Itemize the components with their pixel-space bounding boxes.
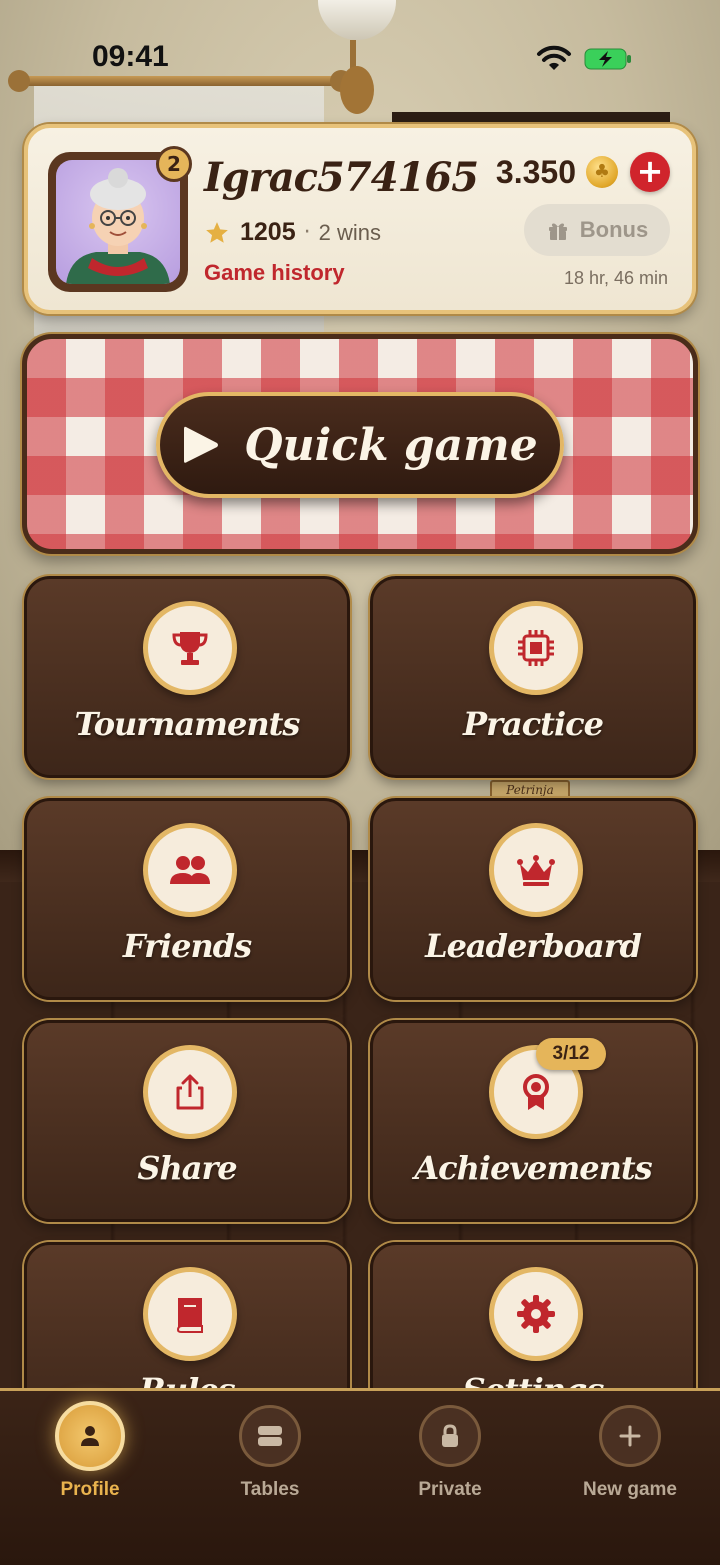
bottom-nav: Profile Tables Private New game [0,1388,720,1565]
friends-label: Friends [122,927,252,965]
tournaments-tile[interactable]: Tournaments [24,576,350,778]
ribbon-icon [523,1074,549,1110]
nav-label-profile: Profile [60,1479,120,1500]
tournaments-label: Tournaments [74,705,301,743]
bonus-timer: 18 hr, 46 min [563,268,668,288]
rating-separator: · [303,220,311,245]
avatar-image [56,160,180,284]
quick-game-label: Quick game [244,419,538,471]
friends-icon [170,856,210,884]
bonus-label: Bonus [579,217,649,242]
tile-icon-circle [489,601,583,695]
game-history-link[interactable]: Game history [204,260,345,286]
practice-tile[interactable]: Practice [370,576,696,778]
town-sign: Petrinja [490,780,570,800]
friends-tile[interactable]: Friends [24,798,350,1000]
grandma-avatar-icon [66,168,170,284]
nav-item-private[interactable]: Private [360,1405,540,1501]
play-icon [184,426,219,463]
add-coins-button[interactable]: + [630,152,670,192]
nav-icon-circle [419,1405,481,1467]
leaderboard-label: Leaderboard [425,927,642,965]
achievements-count-badge: 3/12 [536,1038,606,1070]
bonus-button[interactable]: Bonus [524,204,670,256]
status-time: 09:41 [92,40,169,73]
nav-icon-circle [239,1405,301,1467]
nav-item-profile[interactable]: Profile [0,1401,180,1501]
chip-icon [518,630,554,666]
lock-icon [442,1424,458,1447]
share-icon [176,1074,204,1110]
profile-card: 2 Igrac574165 1205 · 2 wins Game history… [24,124,696,314]
practice-label: Practice [463,705,604,743]
trophy-icon [172,632,208,665]
status-bar: 09:41 [0,0,720,110]
tile-icon-circle [143,823,237,917]
rating-value: 1205 [240,218,296,246]
nav-label-tables: Tables [240,1479,300,1500]
username: Igrac574165 [204,154,479,201]
battery-charging-icon [584,48,631,70]
tile-icon-circle [143,1045,237,1139]
achievements-tile[interactable]: Achievements [370,1020,696,1222]
nav-icon-circle [599,1405,661,1467]
coin-icon: ♣ [586,156,618,188]
nav-icon-circle [55,1401,125,1471]
nav-item-tables[interactable]: Tables [180,1405,360,1501]
tile-icon-circle [143,601,237,695]
book-icon [176,1298,203,1333]
quick-game-button[interactable]: Quick game [156,392,564,498]
level-badge: 2 [156,146,192,182]
nav-label-new-game: New game [583,1479,677,1500]
star-icon [206,221,228,243]
achievements-label: Achievements [414,1149,652,1187]
gift-icon [548,223,567,240]
tile-icon-circle [489,823,583,917]
gear-icon [517,1295,555,1333]
tile-icon-circle [489,1267,583,1361]
plus-icon [619,1425,641,1447]
wins-count: 2 wins [318,219,381,245]
person-icon [81,1426,99,1446]
tables-icon [258,1426,282,1446]
coins-row: 3.350 ♣ + [496,152,670,192]
share-tile[interactable]: Share [24,1020,350,1222]
nav-label-private: Private [418,1479,482,1500]
leaderboard-tile[interactable]: Leaderboard [370,798,696,1000]
coins-value: 3.350 [495,153,576,190]
share-label: Share [137,1149,237,1187]
crown-icon [517,855,555,886]
rating-row: 1205 · 2 wins [204,218,381,247]
tile-icon-circle [143,1267,237,1361]
wifi-icon [537,45,571,70]
nav-item-new-game[interactable]: New game [540,1405,720,1501]
